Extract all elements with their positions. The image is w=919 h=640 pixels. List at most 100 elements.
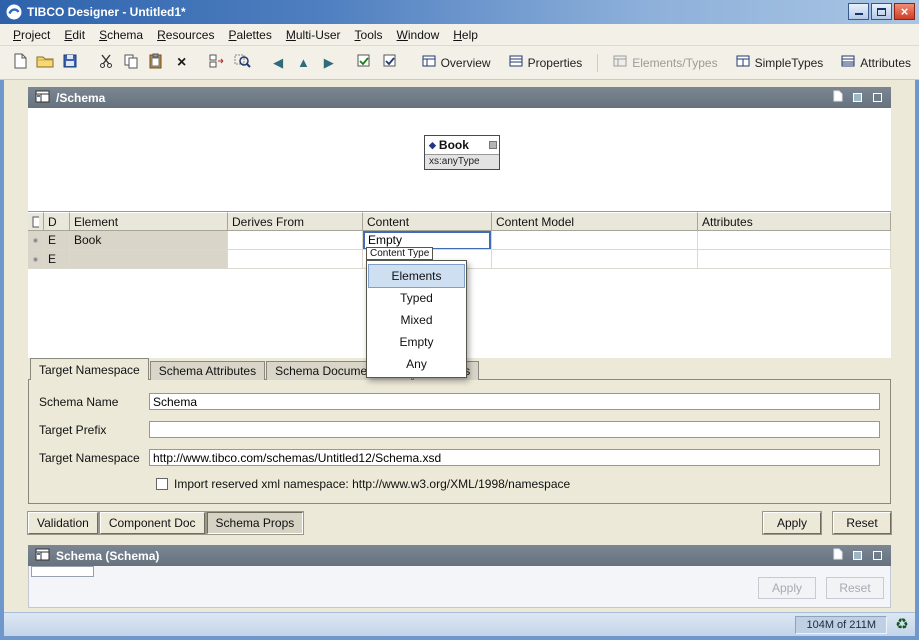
book-element-node[interactable]: ◆ Book xs:anyType bbox=[424, 135, 500, 170]
simpletypes-button[interactable]: SimpleTypes bbox=[728, 51, 832, 74]
panel-maximize-button[interactable] bbox=[870, 549, 884, 563]
row-attributes-cell[interactable] bbox=[698, 231, 891, 250]
dropdown-item-any[interactable]: Any bbox=[367, 353, 466, 375]
partial-tab[interactable] bbox=[31, 566, 94, 577]
schema-props-button[interactable]: Schema Props bbox=[207, 512, 304, 534]
row-derives-cell[interactable] bbox=[228, 231, 363, 250]
up-button[interactable]: ▲ bbox=[292, 50, 315, 75]
minimize-button[interactable] bbox=[848, 3, 869, 20]
schema-canvas[interactable]: ◆ Book xs:anyType bbox=[28, 108, 891, 212]
statusbar: 104M of 211M ♻ bbox=[4, 612, 915, 636]
memory-indicator: 104M of 211M bbox=[795, 616, 887, 634]
delete-button[interactable]: × bbox=[170, 50, 193, 75]
menu-help[interactable]: Help bbox=[446, 25, 485, 45]
window-border bbox=[0, 636, 919, 640]
target-namespace-label: Target Namespace bbox=[39, 451, 149, 465]
panel-minimize-button[interactable] bbox=[850, 549, 864, 563]
properties-label: Properties bbox=[528, 56, 583, 70]
menu-palettes[interactable]: Palettes bbox=[221, 25, 278, 45]
maximize-button[interactable] bbox=[871, 3, 892, 20]
schema-name-input[interactable] bbox=[149, 393, 880, 410]
component-doc-button[interactable]: Component Doc bbox=[100, 512, 205, 534]
menu-tools[interactable]: Tools bbox=[348, 25, 390, 45]
row-content-model-cell[interactable] bbox=[492, 250, 698, 269]
menu-schema[interactable]: Schema bbox=[92, 25, 150, 45]
panel-minimize-icon bbox=[853, 93, 862, 102]
back-button[interactable]: ◀ bbox=[267, 50, 290, 75]
panel-float-button[interactable] bbox=[830, 91, 844, 105]
menu-edit[interactable]: Edit bbox=[57, 25, 92, 45]
target-prefix-input[interactable] bbox=[149, 421, 880, 438]
validate-project-button[interactable] bbox=[378, 50, 401, 75]
open-button[interactable] bbox=[33, 50, 56, 75]
window-border bbox=[915, 24, 919, 636]
dropdown-item-typed[interactable]: Typed bbox=[367, 287, 466, 309]
menu-window[interactable]: Window bbox=[390, 25, 447, 45]
tab-schema-attributes[interactable]: Schema Attributes bbox=[150, 361, 265, 380]
panel-minimize-button[interactable] bbox=[850, 91, 864, 105]
column-header-attributes[interactable]: Attributes bbox=[698, 212, 891, 231]
reset-button-disabled[interactable]: Reset bbox=[826, 577, 884, 599]
panel-maximize-button[interactable] bbox=[870, 91, 884, 105]
node-handle[interactable] bbox=[489, 141, 497, 149]
menu-resources[interactable]: Resources bbox=[150, 25, 221, 45]
column-header-icon-col[interactable] bbox=[28, 212, 44, 231]
schema-panel-header[interactable]: /Schema bbox=[28, 87, 891, 108]
toolbar-separator bbox=[597, 54, 598, 72]
validation-button[interactable]: Validation bbox=[28, 512, 98, 534]
row-element-cell[interactable]: Book bbox=[70, 231, 228, 250]
tab-target-namespace[interactable]: Target Namespace bbox=[30, 358, 149, 380]
import-xml-namespace-checkbox[interactable] bbox=[156, 478, 168, 490]
row-kind-cell[interactable]: E bbox=[44, 250, 70, 269]
elements-types-button[interactable]: Elements/Types bbox=[605, 51, 725, 74]
panel-float-icon bbox=[832, 548, 843, 563]
attributes-button[interactable]: Attributes bbox=[833, 51, 919, 74]
dropdown-item-empty[interactable]: Empty bbox=[367, 331, 466, 353]
panel-minimize-icon bbox=[853, 551, 862, 560]
window-title: TIBCO Designer - Untitled1* bbox=[27, 5, 186, 19]
simpletypes-label: SimpleTypes bbox=[755, 56, 824, 70]
dropdown-item-elements[interactable]: Elements bbox=[369, 265, 464, 287]
apply-button[interactable]: Apply bbox=[763, 512, 821, 534]
cut-button[interactable] bbox=[94, 50, 117, 75]
node-type: xs:anyType bbox=[425, 154, 499, 169]
column-header-element[interactable]: Element bbox=[70, 212, 228, 231]
row-status-cell[interactable] bbox=[28, 250, 44, 269]
copy-button[interactable] bbox=[119, 50, 142, 75]
new-button[interactable] bbox=[8, 50, 31, 75]
up-arrow-icon: ▲ bbox=[297, 56, 310, 69]
column-header-content[interactable]: Content bbox=[363, 212, 492, 231]
menu-project[interactable]: Project bbox=[6, 25, 57, 45]
bottom-panel-title: Schema (Schema) bbox=[56, 549, 159, 563]
garbage-collect-button[interactable]: ♻ bbox=[895, 618, 909, 632]
close-button[interactable]: × bbox=[894, 3, 915, 20]
find-resource-button[interactable] bbox=[231, 50, 254, 75]
row-element-cell[interactable] bbox=[70, 250, 228, 269]
panel-footer: Validation Component Doc Schema Props Ap… bbox=[28, 504, 891, 536]
forward-button[interactable]: ▶ bbox=[317, 50, 340, 75]
target-namespace-input[interactable] bbox=[149, 449, 880, 466]
save-button[interactable] bbox=[59, 50, 82, 75]
bottom-panel-header[interactable]: Schema (Schema) bbox=[28, 545, 891, 566]
validate-resource-button[interactable] bbox=[353, 50, 376, 75]
dropdown-item-mixed[interactable]: Mixed bbox=[367, 309, 466, 331]
overview-button[interactable]: Overview bbox=[414, 51, 499, 74]
copy-icon bbox=[123, 53, 139, 72]
row-attributes-cell[interactable] bbox=[698, 250, 891, 269]
row-kind-cell[interactable]: E bbox=[44, 231, 70, 250]
column-header-d[interactable]: D bbox=[44, 212, 70, 231]
titlebar[interactable]: TIBCO Designer - Untitled1* × bbox=[0, 0, 919, 24]
menu-multi-user[interactable]: Multi-User bbox=[279, 25, 348, 45]
panel-float-button[interactable] bbox=[830, 549, 844, 563]
row-status-cell[interactable] bbox=[28, 231, 44, 250]
row-content-model-cell[interactable] bbox=[492, 231, 698, 250]
column-header-derives-from[interactable]: Derives From bbox=[228, 212, 363, 231]
column-header-content-model[interactable]: Content Model bbox=[492, 212, 698, 231]
reset-button[interactable]: Reset bbox=[833, 512, 891, 534]
properties-button[interactable]: Properties bbox=[501, 51, 591, 74]
row-derives-cell[interactable] bbox=[228, 250, 363, 269]
tibco-designer-window: TIBCO Designer - Untitled1* × Project Ed… bbox=[0, 0, 919, 640]
paste-button[interactable] bbox=[145, 50, 168, 75]
apply-button-disabled[interactable]: Apply bbox=[758, 577, 816, 599]
dock-palette-button[interactable] bbox=[206, 50, 229, 75]
